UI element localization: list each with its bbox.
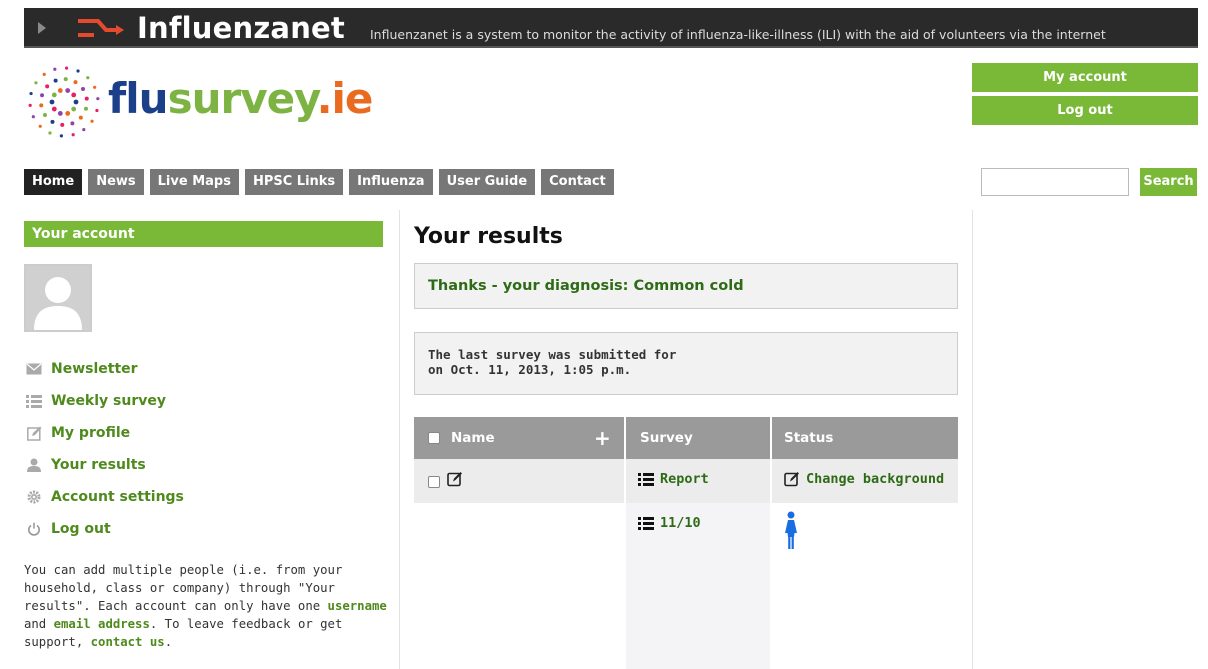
sidebar-item-my-profile[interactable]: My profile [25, 417, 184, 449]
column-separator [624, 417, 626, 669]
last-survey-info: The last survey was submitted for on Oct… [414, 332, 958, 395]
nav-influenza[interactable]: Influenza [349, 169, 433, 195]
sidebar-item-label: Log out [51, 521, 111, 537]
avatar-silhouette-icon [26, 266, 90, 330]
main-nav: Home News Live Maps HPSC Links Influenza… [24, 169, 614, 195]
report-link[interactable]: Report [638, 471, 709, 487]
sidebar-info-text: You can add multiple people (i.e. from y… [24, 563, 387, 649]
edit-name-icon[interactable] [447, 471, 463, 491]
column-divider [399, 210, 400, 669]
sidebar-header: Your account [24, 221, 383, 247]
contact-us-link[interactable]: contact us [91, 635, 165, 649]
list-icon [25, 394, 43, 408]
survey-date-link[interactable]: 11/10 [638, 515, 701, 531]
diagnosis-message: Thanks - your diagnosis: Common cold [414, 263, 958, 309]
list-icon [638, 516, 654, 530]
flusurvey-logo[interactable]: flusurvey.ie [24, 62, 384, 142]
influenzanet-bar: Influenzanet Influenzanet is a system to… [24, 8, 1198, 48]
sidebar-menu: Newsletter Weekly survey My profile Your… [25, 353, 184, 545]
sidebar-item-newsletter[interactable]: Newsletter [25, 353, 184, 385]
sidebar-item-your-results[interactable]: Your results [25, 449, 184, 481]
nav-hpsc-links[interactable]: HPSC Links [244, 169, 344, 195]
female-figure-icon [784, 511, 798, 555]
column-header-survey[interactable]: Survey [640, 417, 693, 459]
last-survey-line1: The last survey was submitted for [428, 347, 677, 362]
column-separator [770, 417, 772, 669]
select-all-checkbox[interactable] [428, 417, 440, 459]
log-out-button[interactable]: Log out [972, 96, 1198, 125]
sidebar-item-label: Weekly survey [51, 393, 166, 409]
sidebar-item-label: Newsletter [51, 361, 138, 377]
expand-arrow-icon[interactable] [38, 22, 46, 34]
email-address-link[interactable]: email address [54, 617, 150, 631]
results-table: Name + Survey Status Report Change backg… [414, 417, 958, 669]
influenzanet-tagline: Influenzanet is a system to monitor the … [370, 27, 1106, 42]
nav-home[interactable]: Home [24, 169, 83, 195]
sidebar-item-label: Your results [51, 457, 146, 473]
flusurvey-burst-icon [28, 66, 100, 138]
nav-contact[interactable]: Contact [541, 169, 614, 195]
my-account-button[interactable]: My account [972, 63, 1198, 92]
sidebar-item-weekly-survey[interactable]: Weekly survey [25, 385, 184, 417]
search-input[interactable] [981, 168, 1129, 196]
flusurvey-wordmark: flusurvey.ie [108, 74, 373, 123]
last-survey-line2: on Oct. 11, 2013, 1:05 p.m. [428, 362, 632, 377]
sidebar-item-log-out[interactable]: Log out [25, 513, 184, 545]
column-header-name[interactable]: Name [451, 417, 495, 459]
nav-live-maps[interactable]: Live Maps [149, 169, 239, 195]
envelope-icon [25, 363, 43, 375]
add-person-icon[interactable]: + [594, 417, 611, 459]
change-background-link[interactable]: Change background [784, 471, 944, 487]
column-header-status[interactable]: Status [784, 417, 833, 459]
sidebar-item-label: My profile [51, 425, 131, 441]
page-title: Your results [414, 224, 563, 249]
status-cell: Change background [772, 459, 958, 503]
column-divider [972, 210, 973, 669]
row-checkbox[interactable] [428, 476, 440, 488]
gear-icon [25, 490, 43, 504]
influenzanet-logo-icon [78, 19, 124, 37]
sidebar-item-label: Account settings [51, 489, 184, 505]
search-button[interactable]: Search [1140, 168, 1197, 196]
edit-icon [784, 472, 799, 487]
avatar [24, 264, 92, 332]
username-link[interactable]: username [328, 599, 387, 613]
nav-news[interactable]: News [88, 169, 144, 195]
user-icon [25, 458, 43, 472]
list-icon [638, 472, 654, 486]
edit-icon [25, 426, 43, 441]
nav-user-guide[interactable]: User Guide [438, 169, 536, 195]
sidebar-item-account-settings[interactable]: Account settings [25, 481, 184, 513]
power-icon [25, 522, 43, 536]
influenzanet-brand[interactable]: Influenzanet [137, 11, 345, 45]
